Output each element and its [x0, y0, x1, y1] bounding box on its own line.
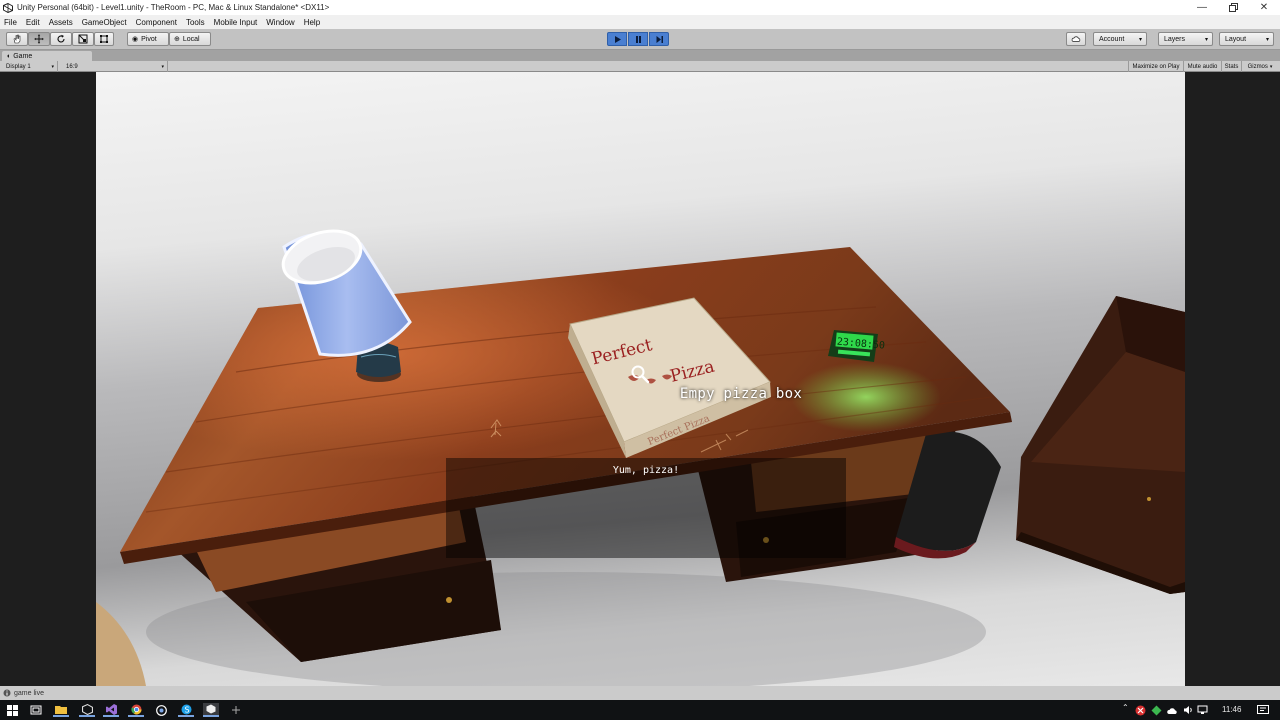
pause-button[interactable]: [628, 32, 648, 46]
local-button[interactable]: ⊕ Local: [169, 32, 211, 46]
close-icon[interactable]: ✕: [1249, 0, 1279, 15]
display-dropdown[interactable]: Display 1 ▾: [2, 61, 58, 72]
window-titlebar: Unity Personal (64bit) - Level1.unity - …: [0, 0, 1280, 15]
volume-icon[interactable]: [1182, 704, 1194, 716]
stats-toggle[interactable]: Stats: [1221, 61, 1241, 72]
chevron-down-icon: ▾: [51, 63, 54, 70]
file-explorer-icon[interactable]: [53, 703, 69, 717]
layers-label: Layers: [1164, 35, 1186, 43]
game-scene[interactable]: Perfect Pizza Perfect Pizza 23:08:50 Emp…: [96, 72, 1185, 686]
local-icon: ⊕: [174, 36, 180, 43]
maximize-label: Maximize on Play: [1132, 63, 1180, 70]
task-view-icon[interactable]: [28, 703, 44, 717]
app-taskbar-icon[interactable]: [228, 703, 244, 717]
browser-icon[interactable]: [153, 703, 169, 717]
windows-taskbar: S ⌃ 11:46: [0, 700, 1280, 720]
pause-icon: [635, 35, 641, 43]
layers-dropdown[interactable]: Layers ▾: [1158, 32, 1213, 46]
info-icon: [3, 689, 11, 697]
visual-studio-icon[interactable]: [103, 703, 119, 717]
hand-tool-icon[interactable]: [6, 32, 28, 46]
chevron-down-icon: ▾: [1204, 37, 1208, 43]
console-status-bar[interactable]: game live: [0, 686, 1280, 700]
pivot-button[interactable]: ◉ Pivot: [127, 32, 169, 46]
stats-label: Stats: [1224, 63, 1239, 70]
tray-app-green-icon[interactable]: [1150, 704, 1162, 716]
restore-icon[interactable]: [1218, 0, 1248, 15]
play-icon: [614, 35, 621, 43]
dialog-box: Yum, pizza!: [446, 458, 846, 558]
mute-label: Mute audio: [1187, 63, 1218, 70]
unity-game-taskbar-icon[interactable]: [203, 703, 219, 717]
tab-game-label: Game: [13, 52, 33, 60]
unity-taskbar-icon[interactable]: [79, 703, 95, 717]
skype-icon[interactable]: S: [178, 703, 194, 717]
status-text: game live: [14, 689, 44, 697]
move-tool-icon[interactable]: [28, 32, 50, 46]
chevron-down-icon: ▾: [1138, 37, 1142, 43]
tray-chevron-up-icon[interactable]: ⌃: [1122, 703, 1129, 712]
rotate-tool-icon[interactable]: [50, 32, 72, 46]
pivot-icon: ◉: [132, 36, 139, 43]
window-title: Unity Personal (64bit) - Level1.unity - …: [17, 3, 330, 12]
dialog-text: Yum, pizza!: [612, 465, 680, 476]
notifications-icon[interactable]: [1256, 704, 1270, 716]
taskbar-clock[interactable]: 11:46: [1222, 705, 1241, 714]
menu-mobile-input[interactable]: Mobile Input: [214, 18, 258, 27]
menu-help[interactable]: Help: [304, 18, 320, 27]
panel-tab-bar: ◖ Game: [0, 50, 1280, 61]
layout-label: Layout: [1225, 35, 1247, 43]
game-viewport[interactable]: Perfect Pizza Perfect Pizza 23:08:50 Emp…: [0, 72, 1280, 686]
menu-tools[interactable]: Tools: [186, 18, 205, 27]
layout-dropdown[interactable]: Layout ▾: [1219, 32, 1274, 46]
chrome-icon[interactable]: [128, 703, 144, 717]
tray-cloud-icon[interactable]: [1166, 704, 1178, 716]
aspect-dropdown[interactable]: 16:9 ▾: [62, 61, 168, 72]
local-label: Local: [182, 35, 200, 43]
windows-start-icon[interactable]: [4, 703, 20, 717]
tab-game[interactable]: ◖ Game: [2, 51, 92, 61]
cloud-button[interactable]: [1066, 32, 1086, 46]
network-icon[interactable]: [1196, 704, 1208, 716]
chevron-down-icon: ▾: [1269, 63, 1273, 70]
mute-audio-toggle[interactable]: Mute audio: [1183, 61, 1221, 72]
menu-file[interactable]: File: [4, 18, 17, 27]
step-icon: [656, 35, 663, 43]
chevron-down-icon: ▾: [161, 63, 164, 70]
chevron-down-icon: ▾: [1265, 37, 1269, 43]
account-label: Account: [1099, 35, 1125, 43]
play-button[interactable]: [607, 32, 627, 46]
minimize-icon[interactable]: —: [1187, 0, 1217, 15]
magnifier-icon: [631, 365, 650, 384]
display-label: Display 1: [6, 63, 31, 70]
step-button[interactable]: [649, 32, 669, 46]
editor-toolbar: ◉ Pivot ⊕ Local Account ▾ Layers ▾ Layou…: [0, 29, 1280, 50]
maximize-on-play-toggle[interactable]: Maximize on Play: [1128, 61, 1183, 72]
menu-edit[interactable]: Edit: [26, 18, 40, 27]
menu-bar: File Edit Assets GameObject Component To…: [0, 15, 1280, 29]
menu-assets[interactable]: Assets: [49, 18, 73, 27]
aspect-label: 16:9: [66, 63, 78, 70]
gizmos-label: Gizmos: [1247, 63, 1268, 70]
chair-corner: [96, 602, 146, 686]
scale-tool-icon[interactable]: [72, 32, 94, 46]
menu-window[interactable]: Window: [266, 18, 294, 27]
rect-tool-icon[interactable]: [94, 32, 114, 46]
svg-text:S: S: [184, 705, 189, 714]
menu-gameobject[interactable]: GameObject: [82, 18, 127, 27]
gizmos-dropdown[interactable]: Gizmos ▾: [1241, 61, 1278, 72]
tray-app-red-icon[interactable]: [1134, 704, 1146, 716]
account-dropdown[interactable]: Account ▾: [1093, 32, 1147, 46]
game-view-controls: Display 1 ▾ 16:9 ▾ Maximize on Play Mute…: [0, 61, 1280, 72]
interaction-prompt: Empy pizza box: [679, 386, 803, 402]
pivot-label: Pivot: [141, 35, 157, 43]
unity-logo-icon: [3, 2, 13, 13]
menu-component[interactable]: Component: [136, 18, 177, 27]
pacman-game-icon: ◖: [6, 52, 11, 60]
cloud-icon: [1071, 36, 1081, 42]
